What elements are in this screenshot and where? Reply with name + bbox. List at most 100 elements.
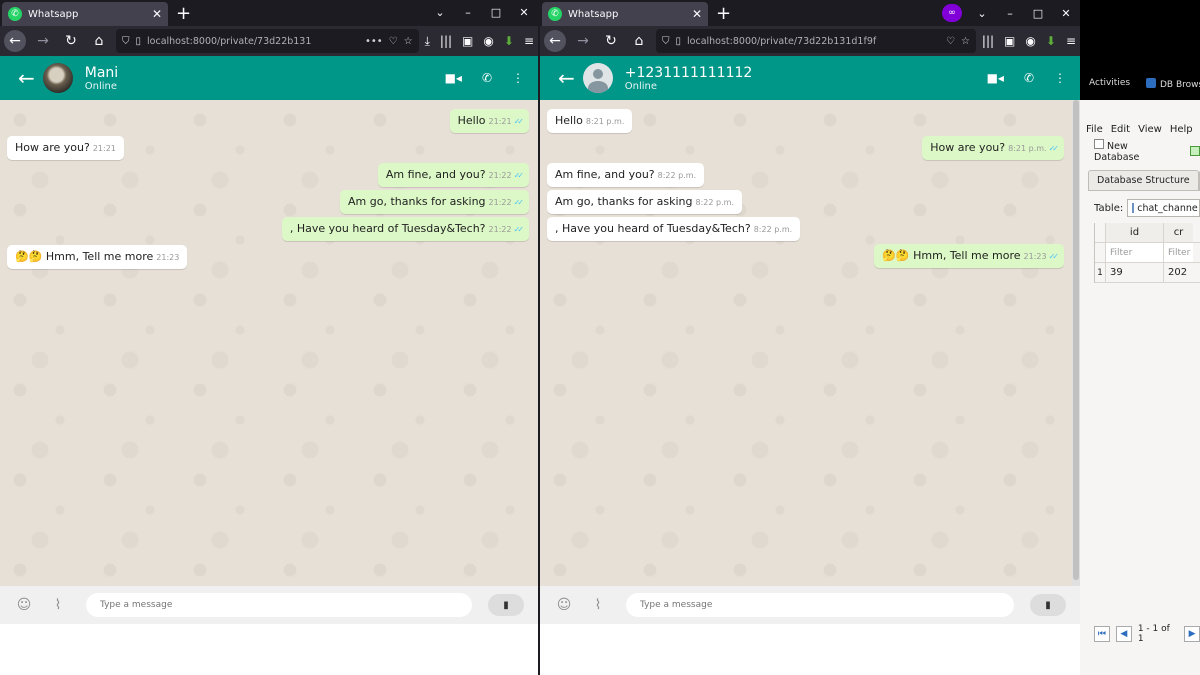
phone-icon[interactable]: ✆ <box>482 71 492 85</box>
emoji-icon[interactable]: ☺ <box>554 595 574 615</box>
cell-created[interactable]: 202 <box>1163 263 1193 282</box>
open-database-icon[interactable] <box>1190 146 1200 156</box>
avatar[interactable] <box>582 63 613 93</box>
menu-view[interactable]: View <box>1138 124 1162 135</box>
kebab-menu-icon[interactable]: ⋮ <box>512 71 524 85</box>
tab-database-structure[interactable]: Database Structure <box>1088 170 1199 190</box>
sidebar-icon[interactable]: ▣ <box>1004 34 1015 48</box>
hamburger-menu-icon[interactable]: ≡ <box>1066 34 1076 48</box>
contact-info[interactable]: Mani Online <box>85 65 445 92</box>
arrow-left-icon[interactable]: ← <box>558 66 575 90</box>
paperclip-icon[interactable]: ⌇ <box>588 595 608 615</box>
column-header-created[interactable]: cr <box>1163 223 1193 242</box>
forward-arrow-icon[interactable]: → <box>32 30 54 52</box>
tab-bar: ✆ Whatsapp ✕ + ∞ ⌄ – □ ✕ <box>540 0 1080 26</box>
message-input[interactable] <box>626 593 1014 617</box>
close-icon[interactable]: ✕ <box>1058 5 1074 21</box>
microphone-icon[interactable]: ▮ <box>488 594 524 616</box>
hamburger-menu-icon[interactable]: ≡ <box>524 34 534 48</box>
page-actions-icon[interactable]: ••• <box>365 36 383 47</box>
new-database-button[interactable]: New Database <box>1094 139 1174 163</box>
contact-info[interactable]: +1231111111112 Online <box>625 65 987 92</box>
compose-bar: ☺ ⌇ ▮ <box>540 586 1080 624</box>
account-icon[interactable]: ◉ <box>483 34 493 48</box>
contact-status: Online <box>84 80 118 92</box>
page-icon[interactable]: ▯ <box>676 36 682 47</box>
menu-edit[interactable]: Edit <box>1111 124 1130 135</box>
pocket-icon[interactable]: ♡ <box>389 36 398 47</box>
new-tab-icon[interactable]: + <box>716 5 731 23</box>
account-icon[interactable]: ◉ <box>1025 34 1035 48</box>
forward-arrow-icon[interactable]: → <box>572 30 594 52</box>
avatar[interactable] <box>42 63 73 93</box>
next-page-icon[interactable]: ▶ <box>1184 626 1200 642</box>
maximize-icon[interactable]: □ <box>1030 5 1046 21</box>
menu-help[interactable]: Help <box>1170 124 1193 135</box>
back-arrow-icon[interactable]: ← <box>544 30 566 52</box>
menu-file[interactable]: File <box>1086 124 1103 135</box>
cell-id[interactable]: 39 <box>1105 263 1163 282</box>
tab-whatsapp[interactable]: ✆ Whatsapp ✕ <box>542 2 708 26</box>
double-check-icon: ✓✓ <box>1048 144 1060 153</box>
maximize-icon[interactable]: □ <box>488 4 504 20</box>
home-icon[interactable]: ⌂ <box>628 30 650 52</box>
table-selector-row: Table: chat_channe <box>1088 197 1200 219</box>
tab-whatsapp[interactable]: ✆ Whatsapp ✕ <box>2 2 168 26</box>
double-check-icon: ✓✓ <box>513 225 525 234</box>
shield-icon[interactable]: ⛉ <box>662 36 670 47</box>
bookmark-star-icon[interactable]: ☆ <box>961 36 970 47</box>
page-icon[interactable]: ▯ <box>136 36 142 47</box>
chat-scrollbar[interactable] <box>1072 100 1080 586</box>
reload-icon[interactable]: ↻ <box>60 30 82 52</box>
reload-icon[interactable]: ↻ <box>600 30 622 52</box>
message-text: , Have you heard of Tuesday&Tech? <box>289 222 486 235</box>
arrow-left-icon[interactable]: ← <box>18 66 35 90</box>
chevron-down-icon[interactable]: ⌄ <box>974 5 990 21</box>
tab-title: Whatsapp <box>28 8 79 20</box>
chat-area[interactable]: Hello 8:21 p.m. How are you? 8:21 p.m. ✓✓ A… <box>540 100 1072 586</box>
first-page-icon[interactable]: ⏮ <box>1094 626 1110 642</box>
video-camera-icon[interactable]: ■◂ <box>445 71 462 85</box>
filter-input-id[interactable]: Filter <box>1105 243 1163 262</box>
url-bar[interactable]: ⛉ ▯ localhost:8000/private/73d22b131 •••… <box>116 29 419 53</box>
emoji-icon[interactable]: ☺ <box>14 595 34 615</box>
table-select[interactable]: chat_channe <box>1127 199 1200 217</box>
library-icon[interactable]: ||| <box>982 34 994 48</box>
previous-page-icon[interactable]: ◀ <box>1115 626 1132 642</box>
sidebar-icon[interactable]: ▣ <box>462 34 473 48</box>
tab-close-icon[interactable]: ✕ <box>692 7 702 21</box>
scrollbar-thumb[interactable] <box>1073 100 1079 580</box>
contact-status: Online <box>624 80 658 92</box>
column-header-id[interactable]: id <box>1105 223 1163 242</box>
bookmark-star-icon[interactable]: ☆ <box>404 36 413 47</box>
download-icon[interactable]: ⤓ <box>425 34 430 49</box>
minimize-icon[interactable]: – <box>460 4 476 20</box>
url-bar[interactable]: ⛉ ▯ localhost:8000/private/73d22b131d1f9… <box>656 29 976 53</box>
app-menu[interactable]: DB Brows <box>1146 78 1200 90</box>
tab-close-icon[interactable]: ✕ <box>152 7 162 21</box>
close-icon[interactable]: ✕ <box>516 4 532 20</box>
message-text: , Have you heard of Tuesday&Tech? <box>555 222 751 235</box>
message-text: 🤔🤔 Hmm, Tell me more <box>882 249 1021 262</box>
paperclip-icon[interactable]: ⌇ <box>48 595 68 615</box>
minimize-icon[interactable]: – <box>1002 5 1018 21</box>
filter-input-created[interactable]: Filter <box>1163 243 1193 262</box>
shield-icon[interactable]: ⛉ <box>122 36 130 47</box>
chat-area[interactable]: Hello 21:21 ✓✓ How are you? 21:21 Am fine, … <box>0 100 538 586</box>
library-icon[interactable]: ||| <box>440 34 452 48</box>
message-input[interactable] <box>86 593 472 617</box>
kebab-menu-icon[interactable]: ⋮ <box>1054 71 1066 85</box>
new-tab-icon[interactable]: + <box>176 5 191 23</box>
extension-download-icon[interactable]: ⬇ <box>1046 34 1056 48</box>
video-camera-icon[interactable]: ■◂ <box>987 71 1004 85</box>
chevron-down-icon[interactable]: ⌄ <box>432 4 448 20</box>
pocket-icon[interactable]: ♡ <box>946 36 955 47</box>
extension-download-icon[interactable]: ⬇ <box>504 34 514 48</box>
activities-button[interactable]: Activities <box>1089 78 1130 88</box>
home-icon[interactable]: ⌂ <box>88 30 110 52</box>
phone-icon[interactable]: ✆ <box>1024 71 1034 85</box>
microphone-icon[interactable]: ▮ <box>1030 594 1066 616</box>
back-arrow-icon[interactable]: ← <box>4 30 26 52</box>
message-time: 21:22 <box>488 198 512 207</box>
table-row[interactable]: 1 39 202 <box>1095 263 1200 283</box>
